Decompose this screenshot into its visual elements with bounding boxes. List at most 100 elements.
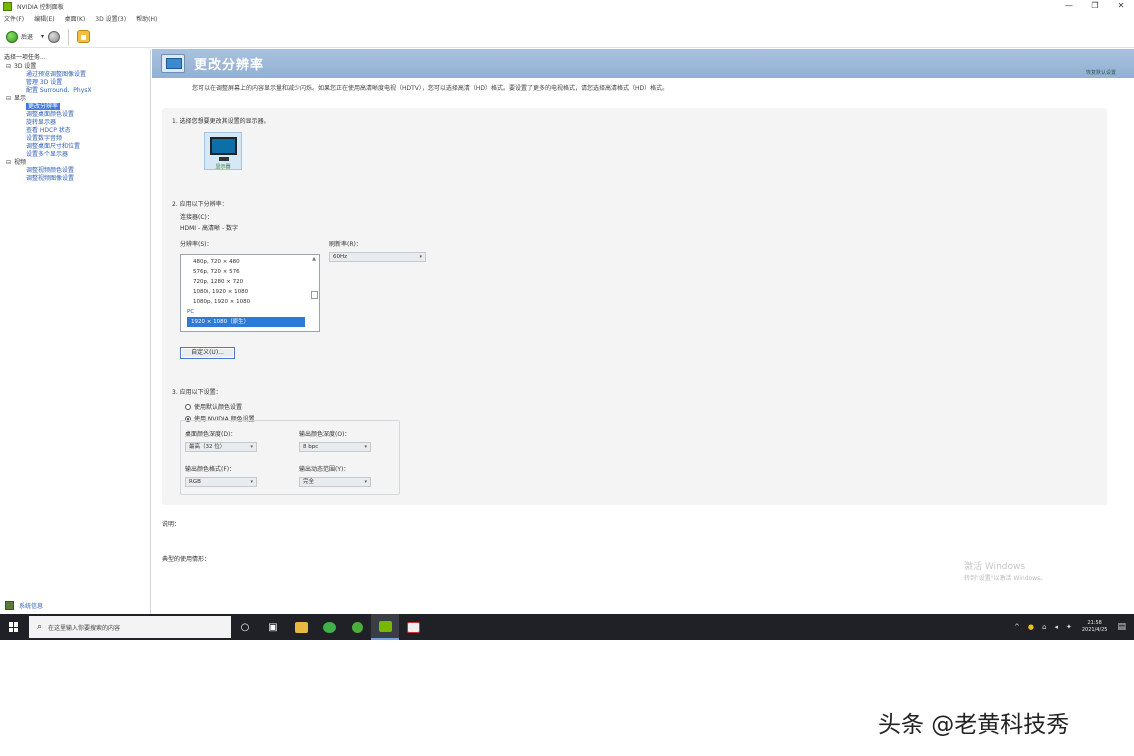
- browser-icon[interactable]: [343, 614, 371, 640]
- typical-usage-heading: 典型的使用情形：: [162, 556, 211, 563]
- sidebar-item-change-resolution[interactable]: 更改分辨率: [6, 103, 146, 111]
- menu-edit[interactable]: 编辑(E): [34, 14, 54, 23]
- monitor-label: 显示器: [215, 164, 231, 170]
- chevron-down-icon: ▾: [364, 479, 367, 485]
- page-watermark: 头条 @老黄科技秀: [878, 712, 1070, 738]
- taskbar-search[interactable]: ⌕ 在这里输入你要搜索的内容: [29, 616, 231, 638]
- taskbar: ⌕ 在这里输入你要搜索的内容 ○ ▣ ^ ● ⌂ ◂ ✦ 21:58 2021/…: [0, 614, 1134, 640]
- sidebar-item-multiple-displays[interactable]: 设置多个显示器: [6, 151, 146, 159]
- refresh-rate-value: 60Hz: [333, 254, 348, 260]
- scroll-up-icon[interactable]: ▲: [310, 256, 318, 262]
- monitor-selector[interactable]: 显示器: [204, 132, 242, 170]
- sidebar-item-surround-physx[interactable]: 配置 Surround、PhysX: [6, 87, 146, 95]
- collapse-icon[interactable]: ⊟: [6, 95, 14, 103]
- task-view-icon[interactable]: ▣: [259, 614, 287, 640]
- back-dropdown-icon[interactable]: ▾: [41, 33, 44, 40]
- volume-icon[interactable]: ◂: [1054, 623, 1058, 631]
- back-arrow-icon: [6, 30, 18, 43]
- sidebar-item-video-image[interactable]: 调整视频图像设置: [6, 175, 146, 183]
- tray-overflow-icon[interactable]: ^: [1014, 623, 1020, 631]
- clock-time: 21:58: [1087, 620, 1102, 626]
- radio-default-color[interactable]: 使用默认颜色设置: [185, 402, 242, 411]
- desktop-color-depth-select[interactable]: 最高（32 位） ▾: [185, 442, 257, 452]
- file-explorer-icon[interactable]: [287, 614, 315, 640]
- sidebar-item-desktop-color[interactable]: 调整桌面颜色设置: [6, 111, 146, 119]
- output-color-depth-label: 输出颜色深度(O)：: [299, 431, 351, 438]
- list-item[interactable]: 1080p, 1920 × 1080: [181, 297, 319, 307]
- network-icon[interactable]: ⌂: [1042, 623, 1046, 631]
- section-apply-settings: 3. 应用以下设置：: [172, 389, 222, 396]
- list-item[interactable]: 576p, 720 × 576: [181, 267, 319, 277]
- tree-category-3d[interactable]: ⊟ 3D 设置: [6, 63, 146, 71]
- home-icon[interactable]: [77, 30, 91, 43]
- list-item[interactable]: 480p, 720 × 480: [181, 257, 319, 267]
- connector-value: HDMI - 高清晰 - 数字: [180, 225, 239, 232]
- minimize-button[interactable]: —: [1056, 0, 1082, 13]
- activate-windows-title: 激活 Windows: [964, 562, 1026, 572]
- forward-button[interactable]: [48, 30, 61, 43]
- menu-desktop[interactable]: 桌面(K): [65, 14, 86, 23]
- collapse-icon[interactable]: ⊟: [6, 63, 14, 71]
- sidebar-item-hdcp-status[interactable]: 查看 HDCP 状态: [6, 127, 146, 135]
- list-scrollbar[interactable]: ▲: [310, 256, 318, 330]
- nvidia-control-panel-taskbar-icon[interactable]: [371, 614, 399, 640]
- maximize-button[interactable]: ❐: [1082, 0, 1108, 13]
- list-item-selected[interactable]: 1920 × 1080（原生）: [187, 317, 305, 327]
- start-button[interactable]: [0, 614, 27, 640]
- menu-bar: 文件(F) 编辑(E) 桌面(K) 3D 设置(3) 帮助(H): [0, 13, 1134, 24]
- menu-file[interactable]: 文件(F): [4, 14, 24, 23]
- output-color-depth-select[interactable]: 8 bpc ▾: [299, 442, 371, 452]
- restore-defaults-link[interactable]: 恢复默认设置: [1086, 69, 1116, 76]
- wechat-icon[interactable]: [315, 614, 343, 640]
- clock-date: 2021/4/25: [1081, 627, 1108, 633]
- list-group-pc: PC: [187, 309, 195, 315]
- sidebar-item-adjust-image[interactable]: 通过预览调整图像设置: [6, 71, 146, 79]
- color-settings-group: 桌面颜色深度(D)： 最高（32 位） ▾ 输出颜色深度(O)： 8 bpc ▾…: [180, 420, 400, 495]
- list-item[interactable]: 1080i, 1920 × 1080: [181, 287, 319, 297]
- sidebar-item-desktop-size[interactable]: 调整桌面尺寸和位置: [6, 143, 146, 151]
- cortana-icon[interactable]: ○: [231, 614, 259, 640]
- system-info-icon: [5, 601, 14, 610]
- task-tree: ⊟ 3D 设置 通过预览调整图像设置 管理 3D 设置 配置 Surround、P…: [6, 63, 146, 183]
- back-button[interactable]: 后退: [6, 30, 34, 43]
- scroll-thumb[interactable]: [311, 291, 318, 299]
- tree-category-video[interactable]: ⊟ 视频: [6, 159, 146, 167]
- refresh-rate-select[interactable]: 60Hz ▾: [329, 252, 426, 262]
- menu-3d-settings[interactable]: 3D 设置(3): [95, 14, 126, 23]
- system-info-link[interactable]: 系统信息: [5, 601, 43, 610]
- refresh-rate-label: 刷新率(R)：: [329, 241, 362, 248]
- resolution-list[interactable]: 480p, 720 × 480 576p, 720 × 576 720p, 12…: [180, 254, 320, 332]
- collapse-icon[interactable]: ⊟: [6, 159, 14, 167]
- window-title: NVIDIA 控制面板: [17, 4, 64, 11]
- menu-help[interactable]: 帮助(H): [136, 14, 157, 23]
- bluetooth-icon[interactable]: ✦: [1066, 623, 1072, 631]
- section-apply-resolution: 2. 应用以下分辨率：: [172, 201, 228, 208]
- paint-icon[interactable]: [399, 614, 427, 640]
- main-panel: 更改分辨率 恢复默认设置 您可以在调整屏幕上的内容显示量和减少闪烁。如果您正在使…: [152, 49, 1134, 614]
- chevron-down-icon: ▾: [419, 254, 422, 260]
- page-title: 更改分辨率: [194, 58, 265, 73]
- sidebar-item-digital-audio[interactable]: 设置数字音频: [6, 135, 146, 143]
- output-dynamic-range-select[interactable]: 完全 ▾: [299, 477, 371, 487]
- chevron-down-icon: ▾: [250, 479, 253, 485]
- settings-content: 1. 选择您想要更改其设置的显示器。 显示器 2. 应用以下分辨率： 连接器(C…: [162, 108, 1107, 505]
- windows-logo-icon: [8, 622, 19, 632]
- back-label: 后退: [21, 34, 34, 41]
- taskbar-clock[interactable]: 21:58 2021/4/25: [1082, 620, 1108, 634]
- sidebar-item-manage-3d[interactable]: 管理 3D 设置: [6, 79, 146, 87]
- customize-button[interactable]: 自定义(U)...: [180, 347, 235, 359]
- sidebar-item-video-color[interactable]: 调整视频颜色设置: [6, 167, 146, 175]
- resolution-label: 分辨率(S)：: [180, 241, 213, 248]
- sidebar-item-rotate-display[interactable]: 旋转显示器: [6, 119, 146, 127]
- tree-category-display[interactable]: ⊟ 显示: [6, 95, 146, 103]
- close-button[interactable]: ✕: [1108, 0, 1134, 13]
- system-tray: ^ ● ⌂ ◂ ✦ 21:58 2021/4/25 ▤: [1010, 614, 1134, 640]
- search-icon: ⌕: [37, 622, 43, 632]
- notification-icon[interactable]: ▤: [1117, 622, 1126, 632]
- window-controls: — ❐ ✕: [1056, 0, 1134, 13]
- toolbar-separator: [68, 28, 70, 45]
- list-item[interactable]: 720p, 1280 × 720: [181, 277, 319, 287]
- output-color-format-label: 输出颜色格式(F)：: [185, 466, 236, 473]
- tray-app-icon[interactable]: ●: [1028, 623, 1034, 631]
- output-color-format-select[interactable]: RGB ▾: [185, 477, 257, 487]
